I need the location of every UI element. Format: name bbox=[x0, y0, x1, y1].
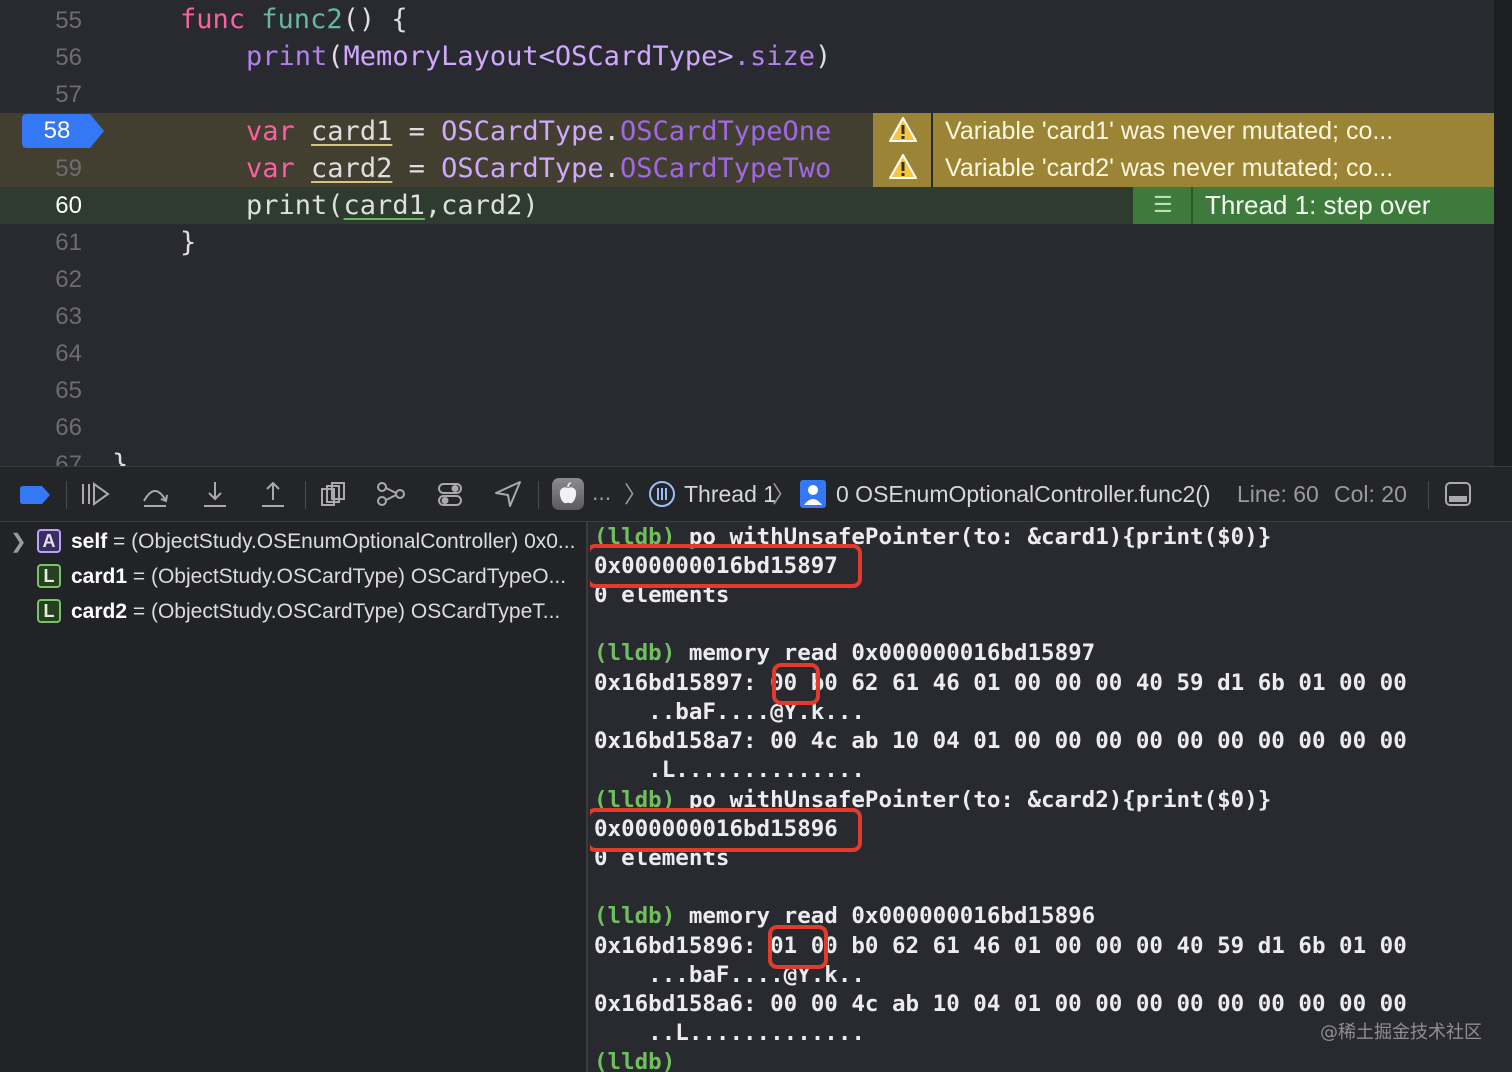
toolbar-divider bbox=[1428, 481, 1429, 509]
toolbar-divider bbox=[305, 481, 306, 509]
console-line: (lldb) memory read 0x000000016bd15897 bbox=[594, 640, 1096, 666]
warning-message: Variable 'card2' was never mutated; co..… bbox=[945, 154, 1394, 182]
line-number: 65 bbox=[55, 377, 82, 404]
console-line: 0x16bd15896: 01 00 b0 62 61 46 01 00 00 … bbox=[594, 933, 1407, 959]
location-icon[interactable] bbox=[493, 479, 523, 509]
lldb-console[interactable]: (lldb) po withUnsafePointer(to: &card1){… bbox=[590, 522, 1512, 1072]
line-number: 62 bbox=[55, 266, 82, 293]
code-line-60: print(card1,card2) bbox=[246, 190, 539, 221]
line-number: 67 bbox=[55, 451, 82, 466]
environment-overrides-icon[interactable] bbox=[435, 479, 465, 509]
menu-lines-icon: ☰ bbox=[1133, 187, 1193, 224]
line-number: 58 bbox=[43, 117, 71, 144]
argument-badge: A bbox=[37, 529, 61, 553]
variable-row[interactable]: L card1 = (ObjectStudy.OSCardType) OSCar… bbox=[0, 560, 586, 594]
line-number: 61 bbox=[55, 229, 82, 256]
thread-step-label: Thread 1: step over bbox=[1205, 190, 1431, 220]
variable-value: (ObjectStudy.OSEnumOptionalController) 0… bbox=[131, 530, 576, 553]
chevron-right-icon: 〉 bbox=[624, 481, 647, 507]
view-hierarchy-icon[interactable] bbox=[318, 479, 348, 509]
breadcrumb-ellipsis[interactable]: ... bbox=[592, 467, 611, 517]
variable-name: card2 bbox=[71, 600, 128, 623]
local-badge: L bbox=[37, 599, 61, 623]
console-line: ..baF....@Y.k... bbox=[594, 699, 865, 725]
cursor-line: Line: 60 bbox=[1237, 481, 1319, 507]
variables-view[interactable]: ❯ A self = (ObjectStudy.OSEnumOptionalCo… bbox=[0, 522, 588, 1072]
thread-icon bbox=[648, 480, 676, 510]
app-icon[interactable] bbox=[552, 478, 584, 510]
memory-graph-icon[interactable] bbox=[376, 479, 406, 509]
breakpoint-marker[interactable]: 58 bbox=[22, 114, 104, 148]
code-line-55: func func2() { bbox=[180, 4, 408, 35]
user-frame-icon bbox=[800, 480, 826, 510]
cursor-column: Col: 20 bbox=[1334, 481, 1407, 507]
variable-name: card1 bbox=[71, 565, 128, 588]
highlight-box bbox=[768, 925, 828, 969]
line-number: 55 bbox=[55, 7, 82, 34]
step-into-icon[interactable] bbox=[200, 479, 230, 509]
code-line-56: print(MemoryLayout<OSCardType>.size) bbox=[246, 41, 832, 72]
highlight-box bbox=[590, 808, 862, 852]
step-out-icon[interactable] bbox=[258, 479, 288, 509]
variable-row[interactable]: ❯ A self = (ObjectStudy.OSEnumOptionalCo… bbox=[0, 525, 586, 559]
chevron-right-icon: 〉 bbox=[772, 481, 795, 507]
console-line: 0x16bd15897: 00 b0 62 61 46 01 00 00 00 … bbox=[594, 670, 1407, 696]
variable-value: (ObjectStudy.OSCardType) OSCardTypeO... bbox=[150, 565, 567, 588]
source-editor[interactable]: 55 56 57 58 59 60 61 62 63 64 65 66 67 f… bbox=[0, 0, 1512, 466]
console-line: 0x16bd158a6: 00 00 4c ab 10 04 01 00 00 … bbox=[594, 991, 1407, 1017]
console-line: .L.............. bbox=[594, 757, 865, 783]
variable-value: (ObjectStudy.OSCardType) OSCardTypeT... bbox=[150, 600, 561, 623]
line-number: 66 bbox=[55, 414, 82, 441]
code-line-59: var card2 = OSCardType.OSCardTypeTwo bbox=[246, 153, 832, 184]
editor-scrollbar[interactable] bbox=[1494, 0, 1512, 466]
code-line-58: var card1 = OSCardType.OSCardTypeOne bbox=[246, 116, 832, 147]
disclosure-chevron-icon[interactable]: ❯ bbox=[10, 529, 27, 554]
hide-debug-area-icon[interactable] bbox=[1444, 481, 1472, 511]
console-line: 0x16bd158a7: 00 4c ab 10 04 01 00 00 00 … bbox=[594, 728, 1407, 754]
highlight-box bbox=[772, 663, 820, 705]
continue-icon[interactable] bbox=[80, 479, 110, 509]
warning-annotation[interactable]: Variable 'card1' was never mutated; co..… bbox=[873, 113, 1494, 150]
variable-row[interactable]: L card2 = (ObjectStudy.OSCardType) OSCar… bbox=[0, 595, 586, 629]
warning-icon bbox=[873, 150, 933, 187]
line-number: 57 bbox=[55, 81, 82, 108]
code-line-61: } bbox=[180, 227, 197, 258]
code-line-67: } bbox=[112, 449, 129, 466]
breakpoints-toggle-icon[interactable] bbox=[20, 486, 50, 516]
watermark: @稀土掘金技术社区 bbox=[1320, 1022, 1482, 1043]
debug-toolbar: ... 〉 Thread 1 〉 0 OSEnumOptionalControl… bbox=[0, 466, 1512, 522]
toolbar-divider bbox=[538, 481, 539, 509]
breadcrumb-frame[interactable]: 0 OSEnumOptionalController.func2() bbox=[836, 467, 1211, 521]
variable-name: self bbox=[71, 530, 108, 553]
console-line: ..L............. bbox=[594, 1020, 865, 1046]
highlight-box bbox=[590, 544, 862, 588]
thread-step-indicator[interactable]: ☰ Thread 1: step over bbox=[1133, 187, 1494, 224]
line-number: 60 bbox=[55, 192, 82, 219]
line-number: 59 bbox=[55, 155, 82, 182]
line-number: 63 bbox=[55, 303, 82, 330]
warning-icon bbox=[873, 113, 933, 150]
console-line: (lldb) memory read 0x000000016bd15896 bbox=[594, 903, 1096, 929]
line-number: 56 bbox=[55, 44, 82, 71]
line-number: 64 bbox=[55, 340, 82, 367]
breadcrumb-thread[interactable]: Thread 1 bbox=[684, 467, 776, 521]
warning-annotation[interactable]: Variable 'card2' was never mutated; co..… bbox=[873, 150, 1494, 187]
warning-message: Variable 'card1' was never mutated; co..… bbox=[945, 117, 1394, 145]
toolbar-divider bbox=[66, 481, 67, 509]
console-line: (lldb) bbox=[594, 1049, 676, 1072]
step-over-icon[interactable] bbox=[140, 479, 170, 509]
local-badge: L bbox=[37, 564, 61, 588]
